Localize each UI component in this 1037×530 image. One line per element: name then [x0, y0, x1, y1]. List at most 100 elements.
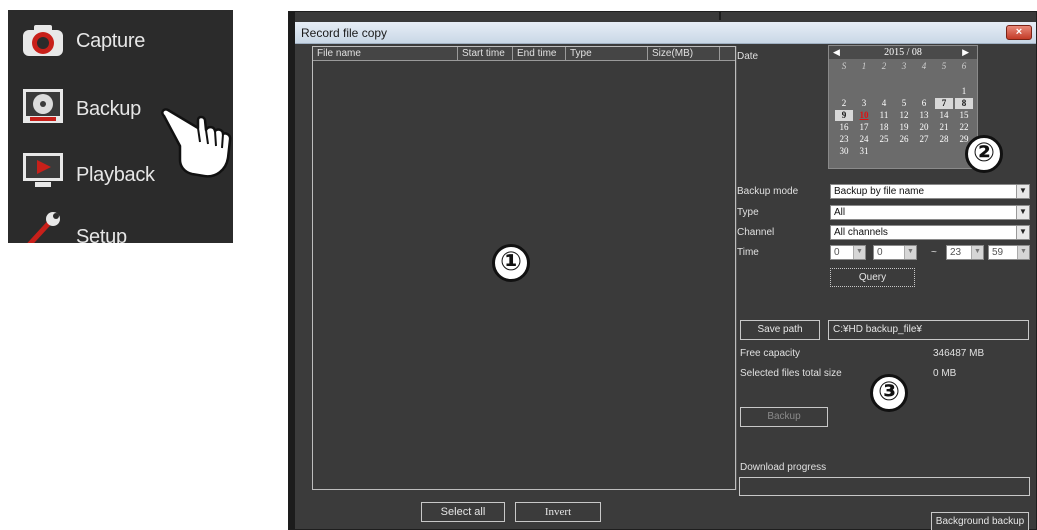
calendar-day[interactable]: 3 [855, 98, 873, 109]
channel-label: Channel [737, 227, 775, 238]
query-button[interactable]: Query [830, 268, 915, 287]
annotation-marker-2: ② [965, 135, 1003, 173]
calendar-day[interactable]: 18 [875, 122, 893, 133]
column-type[interactable]: Type [566, 47, 648, 61]
calendar-day[interactable]: 14 [935, 110, 953, 121]
calendar[interactable]: 2015 / 08 ◀ ▶ S 1 2 3 4 5 6 1 2 3 4 5 6 7 8 9 10 11 12 13 14… [828, 45, 978, 169]
calendar-day[interactable]: 28 [935, 134, 953, 145]
column-size[interactable]: Size(MB) [648, 47, 720, 61]
end-minute-value: 59 [992, 247, 1004, 258]
menu-label-backup: Backup [76, 98, 141, 120]
chevron-down-icon[interactable]: ▼ [853, 246, 865, 259]
calendar-day[interactable]: 5 [895, 98, 913, 109]
table-header: File name Start time End time Type Size(… [313, 47, 735, 61]
calendar-weekday: 1 [861, 61, 867, 71]
menu-item-setup[interactable]: Setup [8, 206, 233, 243]
end-hour-value: 23 [950, 247, 962, 258]
calendar-weekday: 3 [901, 61, 907, 71]
chevron-down-icon[interactable]: ▼ [1016, 206, 1029, 219]
calendar-day[interactable]: 13 [915, 110, 933, 121]
save-path-field[interactable]: C:¥HD backup_file¥ [828, 320, 1029, 340]
prev-month-icon[interactable]: ◀ [833, 46, 840, 59]
selected-size-label: Selected files total size [740, 368, 842, 379]
calendar-day[interactable]: 6 [915, 98, 933, 109]
channel-select[interactable]: All channels ▼ [830, 225, 1030, 240]
calendar-day[interactable]: 31 [855, 146, 873, 157]
calendar-weekday: 6 [961, 61, 967, 71]
end-minute-spin[interactable]: 59 ▼ [988, 245, 1030, 260]
time-separator: ~ [931, 247, 937, 258]
calendar-day[interactable]: 25 [875, 134, 893, 145]
top-separator [719, 12, 721, 20]
calendar-day[interactable]: 17 [855, 122, 873, 133]
column-file-name[interactable]: File name [313, 47, 458, 61]
calendar-day[interactable]: 4 [875, 98, 893, 109]
calendar-day[interactable]: 12 [895, 110, 913, 121]
calendar-day[interactable]: 27 [915, 134, 933, 145]
backup-button[interactable]: Backup [740, 407, 828, 427]
chevron-down-icon[interactable]: ▼ [904, 246, 916, 259]
backup-mode-value: Backup by file name [834, 186, 925, 197]
calendar-day[interactable]: 8 [955, 98, 973, 109]
calendar-day[interactable]: 15 [955, 110, 973, 121]
channel-value: All channels [834, 227, 888, 238]
backup-mode-label: Backup mode [737, 186, 799, 197]
calendar-day[interactable]: 22 [955, 122, 973, 133]
end-hour-spin[interactable]: 23 ▼ [946, 245, 984, 260]
menu-item-capture[interactable]: Capture [8, 12, 233, 72]
start-hour-spin[interactable]: 0 ▼ [830, 245, 866, 260]
start-minute-spin[interactable]: 0 ▼ [873, 245, 917, 260]
chevron-down-icon[interactable]: ▼ [1016, 226, 1029, 239]
select-all-button[interactable]: Select all [421, 502, 505, 522]
chevron-down-icon[interactable]: ▼ [1017, 246, 1029, 259]
download-progress-label: Download progress [740, 462, 827, 473]
calendar-day[interactable]: 1 [955, 86, 973, 97]
calendar-header: 2015 / 08 ◀ ▶ [829, 46, 977, 59]
calendar-day[interactable]: 10 [855, 110, 873, 121]
backup-icon [23, 89, 63, 123]
playback-icon [23, 153, 63, 187]
backup-mode-select[interactable]: Backup by file name ▼ [830, 184, 1030, 199]
type-select[interactable]: All ▼ [830, 205, 1030, 220]
annotation-marker-3: ③ [870, 374, 908, 412]
next-month-icon[interactable]: ▶ [962, 46, 969, 59]
calendar-day[interactable]: 9 [835, 110, 853, 121]
calendar-day[interactable]: 30 [835, 146, 853, 157]
calendar-day[interactable]: 19 [895, 122, 913, 133]
dialog-title: Record file copy [301, 26, 388, 40]
column-start-time[interactable]: Start time [458, 47, 513, 61]
free-capacity-label: Free capacity [740, 348, 801, 359]
type-label: Type [737, 207, 759, 218]
close-button[interactable]: × [1006, 25, 1032, 40]
chevron-down-icon[interactable]: ▼ [1016, 185, 1029, 198]
calendar-day[interactable]: 20 [915, 122, 933, 133]
start-hour-value: 0 [834, 247, 840, 258]
time-label: Time [737, 247, 759, 258]
background-backup-button[interactable]: Background backup [931, 512, 1029, 530]
calendar-day[interactable]: 11 [875, 110, 893, 121]
calendar-day[interactable]: 24 [855, 134, 873, 145]
start-minute-value: 0 [877, 247, 883, 258]
calendar-day[interactable]: 26 [895, 134, 913, 145]
calendar-day[interactable]: 16 [835, 122, 853, 133]
menu-label-playback: Playback [76, 164, 155, 186]
side-menu: Capture Backup Playback Setup [8, 10, 233, 243]
column-end-time[interactable]: End time [513, 47, 566, 61]
chevron-down-icon[interactable]: ▼ [971, 246, 983, 259]
calendar-day[interactable]: 7 [935, 98, 953, 109]
calendar-weekday: 4 [921, 61, 927, 71]
pointing-hand-icon [161, 108, 232, 178]
free-capacity-value: 346487 MB [933, 348, 985, 359]
setup-icon [27, 212, 60, 243]
calendar-day[interactable]: 23 [835, 134, 853, 145]
calendar-weekday: 2 [881, 61, 887, 71]
titlebar[interactable]: Record file copy × [295, 22, 1036, 44]
invert-button[interactable]: Invert [515, 502, 601, 522]
calendar-day[interactable]: 2 [835, 98, 853, 109]
save-path-button[interactable]: Save path [740, 320, 820, 340]
selected-size-value: 0 MB [933, 368, 957, 379]
calendar-day[interactable]: 21 [935, 122, 953, 133]
menu-label-capture: Capture [76, 30, 146, 52]
annotation-marker-1: ① [492, 244, 530, 282]
menu-label-setup: Setup [76, 226, 127, 243]
